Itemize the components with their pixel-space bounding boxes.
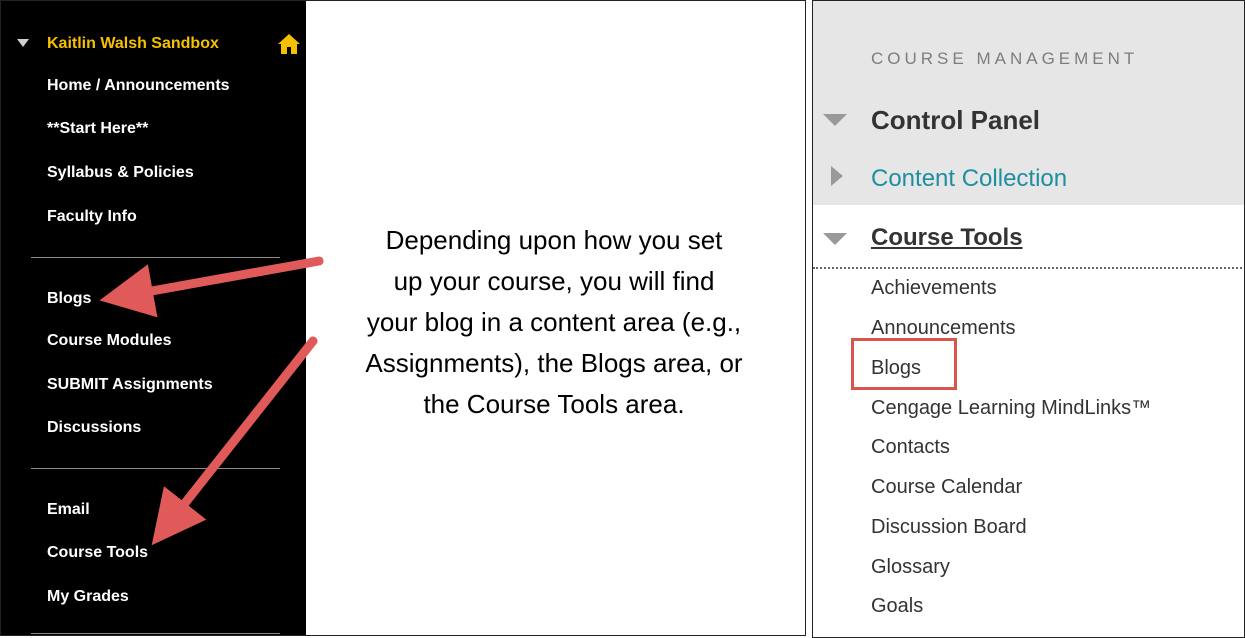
collapsed-caret-icon[interactable]	[831, 166, 843, 186]
expand-caret-icon[interactable]	[823, 114, 847, 126]
arrow-to-blogs	[99, 256, 324, 318]
section-divider	[813, 267, 1244, 269]
annotation-arrows	[99, 256, 324, 546]
tool-goals[interactable]: Goals	[871, 595, 923, 618]
course-management-heading: COURSE MANAGEMENT	[871, 49, 1139, 68]
course-management-screenshot: COURSE MANAGEMENT Control Panel Content …	[812, 0, 1245, 638]
arrow-to-course-tools	[151, 336, 318, 546]
tool-glossary[interactable]: Glossary	[871, 556, 950, 579]
tool-mindlinks[interactable]: Cengage Learning MindLinks™	[871, 397, 1151, 420]
tool-achievements[interactable]: Achievements	[871, 277, 997, 300]
course-tools-heading[interactable]: Course Tools	[871, 224, 1023, 252]
blogs-highlight-box	[851, 338, 957, 390]
content-collection-link[interactable]: Content Collection	[871, 165, 1067, 193]
tool-announcements[interactable]: Announcements	[871, 317, 1016, 340]
control-panel-title: Control Panel	[871, 105, 1041, 135]
tool-course-calendar[interactable]: Course Calendar	[871, 476, 1022, 499]
expand-caret-icon[interactable]	[823, 233, 847, 245]
tool-contacts[interactable]: Contacts	[871, 436, 950, 459]
tool-discussion-board[interactable]: Discussion Board	[871, 516, 1027, 539]
course-menu-screenshot: Kaitlin Walsh Sandbox Home / Announcemen…	[0, 0, 806, 636]
